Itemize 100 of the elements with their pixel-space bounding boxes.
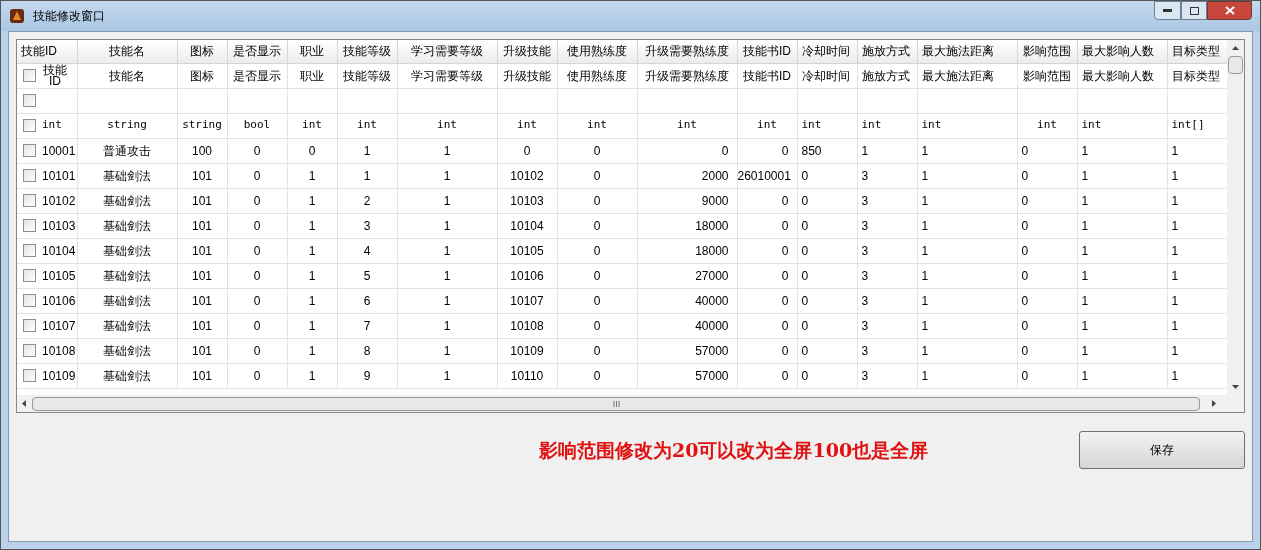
table-cell: 0	[227, 363, 287, 388]
table-cell: 0	[797, 163, 857, 188]
row-checkbox[interactable]	[23, 244, 36, 257]
table-cell-text: 10108	[42, 342, 76, 360]
table-cell: 3	[857, 188, 917, 213]
table-cell: 0	[737, 338, 797, 363]
column-label: 使用熟练度	[557, 63, 637, 88]
row-checkbox[interactable]	[23, 219, 36, 232]
table-cell: 0	[557, 213, 637, 238]
column-header[interactable]: 升级技能	[497, 40, 557, 63]
column-header[interactable]: 技能等级	[337, 40, 397, 63]
type-label: int	[1017, 113, 1077, 138]
column-label: 冷却时间	[797, 63, 857, 88]
column-header[interactable]: 冷却时间	[797, 40, 857, 63]
table-cell: 0	[227, 213, 287, 238]
table-cell: 0	[497, 138, 557, 163]
table-cell: 0	[737, 138, 797, 163]
table-cell: 0	[557, 363, 637, 388]
column-header[interactable]: 技能名	[77, 40, 177, 63]
table-cell: 10103	[497, 188, 557, 213]
table-cell: 101	[177, 263, 227, 288]
row-checkbox[interactable]	[23, 194, 36, 207]
column-header[interactable]: 职业	[287, 40, 337, 63]
table-cell: 0	[737, 188, 797, 213]
table-cell: 0	[797, 313, 857, 338]
table-cell: 1	[1077, 263, 1167, 288]
column-header[interactable]: 最大施法距离	[917, 40, 1017, 63]
minimize-button[interactable]	[1154, 1, 1181, 20]
table-cell-text: 10104	[42, 242, 76, 260]
column-header[interactable]: 施放方式	[857, 40, 917, 63]
table-cell: 基础剑法	[77, 288, 177, 313]
table-cell-text: 10102	[42, 192, 76, 210]
table-cell: 0	[227, 338, 287, 363]
table-cell: 0	[557, 263, 637, 288]
table-cell: 1	[917, 313, 1017, 338]
table-cell: 3	[857, 263, 917, 288]
table-cell-text: 10109	[42, 367, 76, 385]
table-cell: 1	[1077, 213, 1167, 238]
table-cell: 0	[637, 138, 737, 163]
row-checkbox[interactable]	[23, 319, 36, 332]
column-header[interactable]: 技能书ID	[737, 40, 797, 63]
row-checkbox[interactable]	[23, 294, 36, 307]
column-header[interactable]: 图标	[177, 40, 227, 63]
row-checkbox[interactable]	[23, 369, 36, 382]
maximize-button[interactable]	[1181, 1, 1207, 20]
row-checkbox[interactable]	[23, 144, 36, 157]
table-cell: 0	[557, 338, 637, 363]
column-header[interactable]: 学习需要等级	[397, 40, 497, 63]
table-cell: 3	[857, 213, 917, 238]
table-cell: 40000	[637, 288, 737, 313]
column-header[interactable]: 升级需要熟练度	[637, 40, 737, 63]
table-cell: 1	[917, 188, 1017, 213]
table-cell: 0	[737, 313, 797, 338]
column-label: 升级需要熟练度	[637, 63, 737, 88]
horizontal-scrollbar[interactable]	[17, 395, 1244, 412]
table-cell: 1	[917, 338, 1017, 363]
table-cell: 基础剑法	[77, 213, 177, 238]
table-cell: 3	[857, 313, 917, 338]
close-button[interactable]	[1207, 1, 1252, 20]
save-button[interactable]: 保存	[1079, 431, 1245, 469]
scroll-thumb[interactable]	[32, 396, 1201, 411]
table-cell: 3	[857, 338, 917, 363]
table-cell: 1	[1077, 163, 1167, 188]
table-cell-text: 10107	[42, 317, 76, 335]
column-header[interactable]: 最大影响人数	[1077, 40, 1167, 63]
table-cell: 0	[1017, 263, 1077, 288]
table-cell: 1	[917, 213, 1017, 238]
scroll-thumb[interactable]	[1228, 56, 1243, 74]
grip-icon	[612, 400, 620, 407]
column-header[interactable]: 是否显示	[227, 40, 287, 63]
table-cell: 57000	[637, 338, 737, 363]
table-cell: 0	[227, 163, 287, 188]
vertical-scrollbar[interactable]	[1227, 40, 1244, 395]
table-cell: 0	[227, 288, 287, 313]
row-checkbox[interactable]	[23, 344, 36, 357]
column-header[interactable]: 技能ID	[17, 40, 77, 63]
row-checkbox[interactable]	[23, 69, 36, 82]
type-label: int	[737, 113, 797, 138]
scroll-up-icon	[1232, 46, 1239, 50]
table-cell: 1	[397, 288, 497, 313]
row-checkbox[interactable]	[23, 269, 36, 282]
app-icon	[9, 8, 25, 24]
scroll-down-icon	[1232, 385, 1239, 389]
column-header[interactable]: 影响范围	[1017, 40, 1077, 63]
row-checkbox[interactable]	[23, 119, 36, 132]
table-cell: 基础剑法	[77, 263, 177, 288]
row-checkbox[interactable]	[23, 94, 36, 107]
row-checkbox[interactable]	[23, 169, 36, 182]
table-cell-text: 10101	[42, 167, 76, 185]
table-cell: 0	[557, 238, 637, 263]
table-cell: 1	[287, 188, 337, 213]
table-cell: 1	[1077, 338, 1167, 363]
table-cell: 1	[397, 363, 497, 388]
table-cell: 0	[1017, 163, 1077, 188]
column-label: 技能等级	[337, 63, 397, 88]
table-cell: 0	[557, 288, 637, 313]
table-cell: 101	[177, 238, 227, 263]
column-header[interactable]: 使用熟练度	[557, 40, 637, 63]
table-cell: 0	[557, 313, 637, 338]
column-label: 最大影响人数	[1077, 63, 1167, 88]
